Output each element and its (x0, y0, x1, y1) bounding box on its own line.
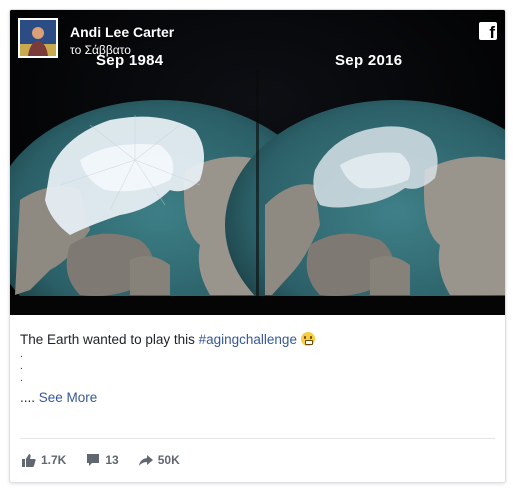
label-sep-2016: Sep 2016 (335, 52, 403, 69)
likes-stat[interactable]: 1.7K (22, 453, 66, 467)
dot-line-2: . (20, 361, 23, 372)
comments-stat[interactable]: 13 (86, 453, 119, 467)
comments-count: 13 (105, 453, 119, 467)
stats-divider (20, 438, 495, 439)
post-video[interactable]: Andi Lee Carter το Σάββατο f Sep 1984 Se… (10, 10, 505, 315)
author-avatar[interactable] (18, 18, 58, 58)
ellipsis: .... (20, 390, 36, 405)
author-name[interactable]: Andi Lee Carter (70, 24, 174, 40)
post-text-line: The Earth wanted to play this #agingchal… (20, 330, 490, 349)
comment-icon (87, 454, 100, 466)
post-card: Andi Lee Carter το Σάββατο f Sep 1984 Se… (9, 9, 506, 483)
author-avatar-image (20, 20, 56, 56)
post-stats: 1.7K 13 50K (22, 450, 200, 470)
see-more-link[interactable]: See More (39, 390, 98, 405)
shares-stat[interactable]: 50K (138, 453, 180, 467)
likes-count: 1.7K (41, 453, 67, 467)
share-arrow-icon (138, 455, 153, 466)
thumbs-up-icon (22, 454, 36, 467)
dot-line-3: . (20, 373, 23, 384)
label-sep-1984: Sep 1984 (96, 52, 164, 69)
hashtag-link[interactable]: #agingchallenge (199, 332, 297, 347)
facebook-f-icon[interactable]: f (479, 22, 497, 42)
post-text-intro: The Earth wanted to play this (20, 332, 199, 347)
grimacing-face-emoji-icon (300, 332, 315, 346)
see-more-line: .... See More (20, 388, 490, 407)
post-text: The Earth wanted to play this #agingchal… (20, 330, 490, 407)
dot-line-1: . (20, 349, 23, 360)
shares-count: 50K (157, 453, 180, 467)
